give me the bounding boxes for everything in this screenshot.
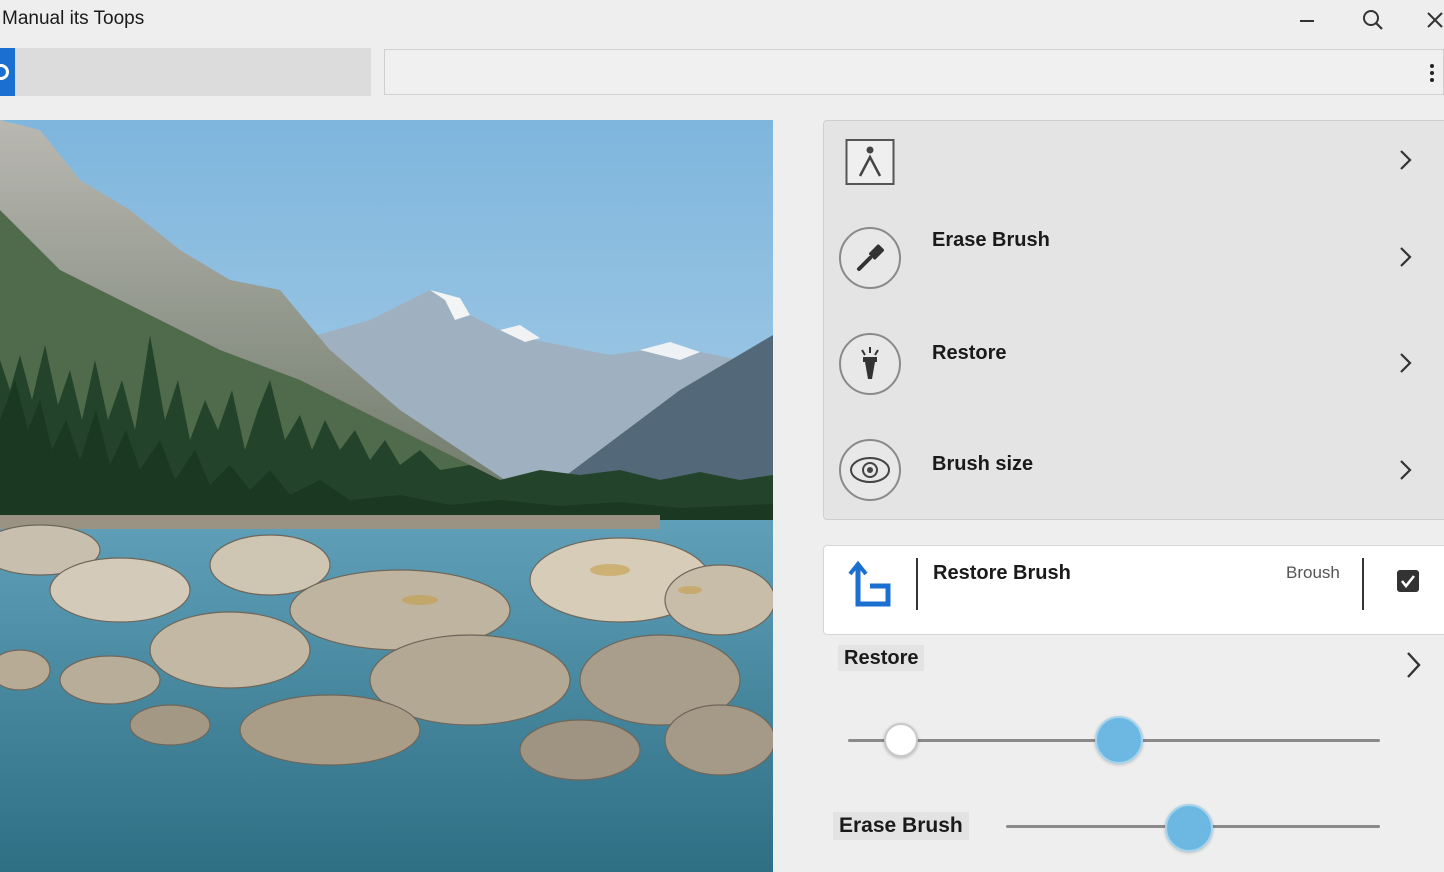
tool-label-brush-size: Brush size <box>932 453 1034 475</box>
brush-icon <box>839 227 901 289</box>
landscape-photo <box>0 120 773 872</box>
eye-icon-wrap <box>837 437 903 503</box>
ring-icon <box>0 64 9 80</box>
close-button[interactable] <box>1420 6 1444 34</box>
eye-icon <box>839 439 901 501</box>
chevron-right-icon <box>1400 247 1412 267</box>
restore-section-label: Restore <box>838 645 925 671</box>
tool-item-brush-size[interactable]: Brush size <box>824 437 1444 537</box>
restore-brush-card[interactable]: Restore Brush Broush <box>823 545 1444 635</box>
search-input[interactable] <box>384 49 1444 95</box>
erase-brush-section-label: Erase Brush <box>833 812 969 840</box>
slider-knob-high[interactable] <box>1095 716 1144 764</box>
torch-icon-wrap <box>837 331 903 397</box>
restore-brush-checkbox[interactable] <box>1397 570 1419 592</box>
close-icon <box>1427 12 1443 28</box>
slider-knob-low[interactable] <box>884 723 919 757</box>
chevron-right-icon <box>1400 460 1412 480</box>
divider <box>1362 558 1364 610</box>
tool-panel: Erase Brush Restore Brush size <box>823 120 1444 520</box>
checkmark-icon <box>1400 575 1416 589</box>
chevron-right-icon <box>1400 150 1412 170</box>
brush-icon-wrap <box>837 225 903 291</box>
search-icon <box>1363 10 1383 30</box>
restore-arrow-icon <box>848 560 891 607</box>
torch-icon <box>839 333 901 395</box>
tool-strip[interactable] <box>0 48 371 96</box>
tool-label-restore: Restore <box>932 342 1007 364</box>
tool-item-restore[interactable]: Restore <box>824 331 1444 431</box>
brush-tag: Broush <box>1286 563 1340 582</box>
chevron-right-icon[interactable] <box>1404 651 1422 679</box>
minimize-icon <box>1300 20 1314 22</box>
restore-brush-title: Restore Brush <box>933 562 1071 584</box>
slider-knob[interactable] <box>1165 804 1214 852</box>
tool-item-image[interactable] <box>824 121 1444 221</box>
person-frame-icon <box>837 129 903 195</box>
window-title: Manual its Toops <box>2 8 145 29</box>
tool-item-erase-brush[interactable]: Erase Brush <box>824 221 1444 321</box>
chevron-right-icon <box>1400 353 1412 373</box>
divider <box>916 558 918 610</box>
search-button[interactable] <box>1358 6 1388 34</box>
tool-label-erase-brush: Erase Brush <box>932 229 1050 251</box>
kebab-menu-icon[interactable] <box>1425 61 1439 85</box>
image-canvas[interactable] <box>0 120 773 872</box>
minimize-button[interactable] <box>1292 6 1322 34</box>
title-bar: Manual its Toops <box>0 0 1444 40</box>
app-logo-button[interactable] <box>0 48 15 96</box>
